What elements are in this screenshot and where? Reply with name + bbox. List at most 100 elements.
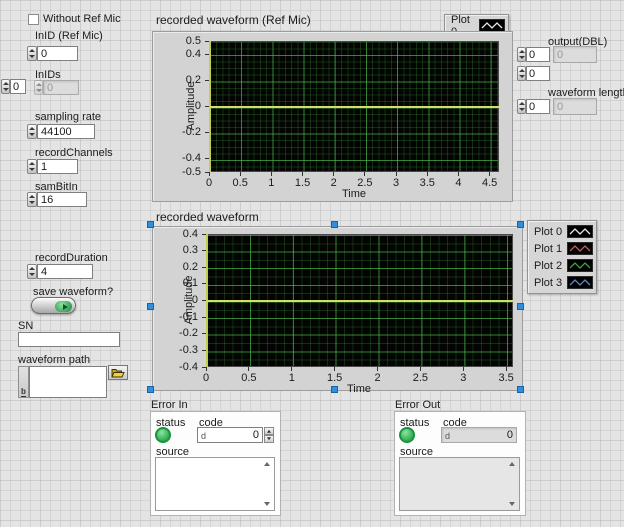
x-tick <box>396 172 397 176</box>
waveform-length-index-field[interactable]: 0 <box>526 99 550 114</box>
selection-handle[interactable] <box>517 386 524 393</box>
chevron-up-icon[interactable] <box>264 462 270 466</box>
sn-field[interactable] <box>18 332 120 347</box>
inid-field[interactable]: 0 <box>37 46 78 61</box>
x-tick <box>364 172 365 176</box>
inids-index-spinner[interactable] <box>1 79 10 94</box>
x-tick <box>209 172 210 176</box>
spin-up-icon[interactable] <box>264 427 274 435</box>
record-channels-field[interactable]: 1 <box>37 159 78 174</box>
y-tick-label: -0.1 <box>179 311 198 323</box>
legend-item[interactable]: Plot 3 <box>531 274 593 291</box>
x-tick <box>302 172 303 176</box>
y-tick-label: 0 <box>192 294 198 306</box>
y-tick-label: -0.2 <box>182 126 201 138</box>
record-channels-spinner[interactable] <box>27 159 37 174</box>
output-dbl-index2-spinner[interactable] <box>517 66 526 81</box>
y-tick-label: 0.4 <box>183 228 198 240</box>
selection-handle[interactable] <box>147 386 154 393</box>
graph-title-recorded: recorded waveform <box>156 210 259 224</box>
save-waveform-button[interactable] <box>31 297 76 314</box>
x-axis-label: Time <box>347 383 371 395</box>
error-in-code-field[interactable]: d 0 <box>197 427 263 443</box>
error-in-source-field[interactable] <box>155 457 275 511</box>
legend-item[interactable]: Plot 0 <box>531 223 593 240</box>
record-duration-field[interactable]: 4 <box>37 264 93 279</box>
selection-handle[interactable] <box>517 303 524 310</box>
output-dbl-index1-spinner[interactable] <box>517 47 526 62</box>
radix-indicator: d <box>445 431 450 442</box>
legend-item[interactable]: Plot 1 <box>531 240 593 257</box>
y-tick-label: 0.2 <box>183 261 198 273</box>
output-dbl-index2-field[interactable]: 0 <box>526 66 550 81</box>
x-tick-label: 0 <box>203 372 209 384</box>
path-type-glyph: b <box>18 366 29 398</box>
inids-index-field[interactable]: 0 <box>10 79 26 94</box>
inid-spinner[interactable] <box>27 46 37 61</box>
x-tick <box>291 367 292 371</box>
sampling-rate-label: sampling rate <box>35 111 101 123</box>
record-channels-label: recordChannels <box>35 147 113 159</box>
without-ref-mic-checkbox[interactable] <box>28 14 39 25</box>
sam-bit-in-field[interactable]: 16 <box>37 192 87 207</box>
selection-handle[interactable] <box>331 386 338 393</box>
x-tick-label: 3 <box>460 372 466 384</box>
y-tick-label: -0.5 <box>182 166 201 178</box>
waveform-graph-ref-mic: Amplitude Time 00.511.522.533.544.50.50.… <box>152 31 513 202</box>
graph-title-ref-mic: recorded waveform (Ref Mic) <box>156 13 311 27</box>
x-axis-label: Time <box>342 188 366 200</box>
browse-button[interactable] <box>108 365 128 380</box>
waveform-length-element-field: 0 <box>553 98 597 115</box>
legend-label: Plot 0 <box>531 226 567 238</box>
y-tick-label: -0.3 <box>179 344 198 356</box>
selection-handle[interactable] <box>517 221 524 228</box>
record-duration-spinner[interactable] <box>27 264 37 279</box>
x-tick-label: 1 <box>268 177 274 189</box>
legend-item[interactable]: Plot 2 <box>531 257 593 274</box>
sam-bit-in-spinner[interactable] <box>27 192 37 207</box>
labview-front-panel: { "left_panel": { "without_ref_mic_label… <box>0 0 624 527</box>
inids-element-spinner <box>34 80 43 95</box>
y-tick-label: 0.3 <box>183 244 198 256</box>
x-tick <box>248 367 249 371</box>
sampling-rate-field[interactable]: 44100 <box>37 124 95 139</box>
y-tick-label: -0.4 <box>182 152 201 164</box>
chevron-down-icon <box>509 502 515 506</box>
open-folder-icon <box>111 368 125 378</box>
x-tick-label: 3.5 <box>420 177 435 189</box>
inids-element-field: 0 <box>43 80 79 95</box>
x-tick-label: 0.5 <box>241 372 256 384</box>
selection-handle[interactable] <box>147 303 154 310</box>
x-tick-label: 3.5 <box>498 372 513 384</box>
x-tick <box>271 172 272 176</box>
output-dbl-index1-field[interactable]: 0 <box>526 47 550 62</box>
x-tick <box>333 172 334 176</box>
x-tick-label: 2.5 <box>357 177 372 189</box>
error-in-status-led[interactable] <box>155 427 171 443</box>
selection-handle[interactable] <box>331 221 338 228</box>
error-out-status-led <box>399 427 415 443</box>
sampling-rate-spinner[interactable] <box>27 124 37 139</box>
x-tick-label: 0.5 <box>233 177 248 189</box>
selection-handle[interactable] <box>147 221 154 228</box>
x-tick <box>377 367 378 371</box>
error-out-code-field: d 0 <box>441 427 517 443</box>
chevron-up-icon <box>509 462 515 466</box>
x-tick-label: 1.5 <box>295 177 310 189</box>
y-tick-label: 0.4 <box>186 48 201 60</box>
without-ref-mic-label: Without Ref Mic <box>43 13 121 25</box>
y-tick-label: 0.1 <box>183 277 198 289</box>
x-tick <box>489 172 490 176</box>
x-tick-label: 2 <box>331 177 337 189</box>
spin-down-icon[interactable] <box>264 435 274 443</box>
legend-label: Plot 3 <box>531 277 567 289</box>
y-tick-label: 0.2 <box>186 74 201 86</box>
waveform-path-field[interactable] <box>29 366 107 398</box>
y-tick-label: -0.2 <box>179 327 198 339</box>
error-in-code-spinner[interactable] <box>264 427 274 443</box>
green-play-arrow-icon <box>63 304 68 310</box>
x-tick <box>463 367 464 371</box>
chevron-down-icon[interactable] <box>264 502 270 506</box>
waveform-length-index-spinner[interactable] <box>517 99 526 114</box>
y-tick-label: 0 <box>195 100 201 112</box>
